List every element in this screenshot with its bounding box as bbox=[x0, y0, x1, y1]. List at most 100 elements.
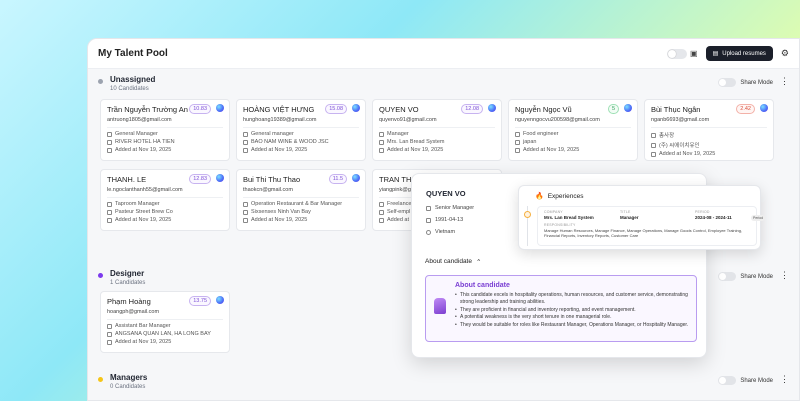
candidate-email: nganb6693@gmail.com bbox=[651, 117, 710, 123]
role-row: Manager bbox=[379, 131, 495, 137]
building-icon bbox=[379, 139, 384, 145]
briefcase-icon bbox=[107, 201, 112, 207]
share-mode-toggle[interactable]: Share Mode bbox=[718, 78, 773, 87]
candidate-role: Taproom Manager bbox=[115, 201, 160, 207]
share-switch[interactable] bbox=[718, 376, 737, 385]
period-badge: Period bbox=[751, 215, 766, 221]
candidate-card[interactable]: QUYEN VO 12.08 quyenvo91@gmail.com Manag… bbox=[372, 99, 502, 161]
candidate-company: Pasteur Street Brew Co bbox=[115, 209, 173, 215]
added-row: Added at Nov 19, 2025 bbox=[243, 147, 359, 153]
about-title: About candidate bbox=[455, 282, 510, 289]
about-point: A potential weakness is the very short t… bbox=[455, 314, 693, 321]
ai-avatar-icon bbox=[216, 174, 224, 182]
divider bbox=[379, 127, 495, 128]
role-row: Taproom Manager bbox=[107, 201, 223, 207]
score-badge: 15.08 bbox=[325, 104, 347, 114]
company-row: Sixsenses Ninh Van Bay bbox=[243, 209, 359, 215]
candidate-email: le.ngoclanthanh55@gmail.com bbox=[107, 187, 183, 193]
period-value: 2024-08 - 2024-11 bbox=[695, 215, 732, 220]
popover-location-row: Vietnam bbox=[426, 229, 455, 235]
candidate-card[interactable]: Trần Nguyễn Trường An 10.83 antruong1805… bbox=[100, 99, 230, 161]
score-badge: 12.83 bbox=[189, 174, 211, 184]
page-title: My Talent Pool bbox=[98, 48, 168, 59]
experience-card: 🔥 Experiences COMPANY Mrs. Lan Bread Sys… bbox=[518, 185, 766, 250]
role-row: General manager bbox=[243, 131, 359, 137]
candidate-role: General Manager bbox=[115, 131, 158, 137]
score-badge: 12.08 bbox=[461, 104, 483, 114]
calendar-icon bbox=[651, 151, 656, 157]
top-bar: My Talent Pool ▣ ▤ Upload resumes ⚙ bbox=[88, 39, 799, 69]
ai-avatar-icon bbox=[624, 104, 632, 112]
candidate-email: quyenvo91@gmail.com bbox=[379, 117, 437, 123]
company-value: Mrs. Lan Bread System bbox=[544, 215, 594, 220]
score-badge: 13.75 bbox=[189, 296, 211, 306]
candidate-role: Manager bbox=[387, 131, 409, 137]
candidate-card[interactable]: THANH. LE 12.83 le.ngoclanthanh55@gmail.… bbox=[100, 169, 230, 231]
role-row: Operation Restaurant & Bar Manager bbox=[243, 201, 359, 207]
candidate-card[interactable]: HOÀNG VIỆT HƯNG 15.08 hunghoang19389@gma… bbox=[236, 99, 366, 161]
divider bbox=[107, 127, 223, 128]
candidate-role: Operation Restaurant & Bar Manager bbox=[251, 201, 343, 207]
added-row: Added at Nov 19, 2025 bbox=[515, 147, 631, 153]
grid-view-icon[interactable]: ▣ bbox=[690, 49, 698, 58]
divider bbox=[515, 127, 631, 128]
candidate-added: Added at bbox=[387, 217, 410, 223]
building-icon bbox=[379, 209, 384, 215]
share-switch[interactable] bbox=[718, 78, 737, 87]
building-icon bbox=[243, 209, 248, 215]
score-badge: 11.5 bbox=[328, 174, 347, 184]
more-options-icon[interactable]: ⋮ bbox=[780, 270, 789, 281]
briefcase-icon bbox=[379, 131, 384, 137]
role-row: Assistant Bar Manager bbox=[107, 323, 223, 329]
filter-settings-icon[interactable]: ⚙ bbox=[781, 48, 789, 59]
experience-entry: COMPANY Mrs. Lan Bread System TITLE Mana… bbox=[537, 206, 766, 246]
timeline-dot bbox=[524, 211, 531, 218]
candidate-added: Added at Nov 19, 2025 bbox=[659, 151, 716, 157]
more-options-icon[interactable]: ⋮ bbox=[780, 76, 789, 87]
fire-icon: 🔥 bbox=[535, 193, 544, 200]
candidate-role: Food engineer bbox=[523, 131, 559, 137]
share-mode-toggle[interactable]: Share Mode bbox=[718, 376, 773, 385]
share-mode-label: Share Mode bbox=[740, 273, 773, 280]
company-row: BAO NAM WINE & WOOD JSC bbox=[243, 139, 359, 145]
calendar-icon bbox=[243, 147, 248, 153]
candidate-company: japan bbox=[523, 139, 537, 145]
candidate-added: Added at Nov 19, 2025 bbox=[523, 147, 580, 153]
ai-avatar-icon bbox=[216, 296, 224, 304]
candidate-company: RIVER HOTEL HÀ TIÊN bbox=[115, 139, 175, 145]
candidate-company: Self-empl bbox=[387, 209, 411, 215]
briefcase-icon bbox=[243, 131, 248, 137]
period-label: PERIOD bbox=[695, 210, 710, 214]
section-dot bbox=[98, 273, 103, 278]
candidate-card[interactable]: Bùi Thục Ngân 2.42 nganb6693@gmail.com 총… bbox=[644, 99, 774, 161]
about-point: They would be suitable for roles like Re… bbox=[455, 322, 693, 329]
divider bbox=[107, 319, 223, 320]
about-candidate-toggle[interactable]: About candidate ⌃ bbox=[425, 258, 481, 266]
briefcase-icon bbox=[651, 132, 656, 138]
company-row: ANGSANA QUAN LAN, HA LONG BAY bbox=[107, 331, 223, 337]
more-options-icon[interactable]: ⋮ bbox=[780, 374, 789, 385]
document-icon: ▤ bbox=[712, 51, 719, 57]
calendar-icon bbox=[107, 339, 112, 345]
added-row: Added at Nov 19, 2025 bbox=[107, 339, 223, 345]
view-toggle[interactable] bbox=[667, 48, 687, 59]
experience-header: 🔥 Experiences bbox=[535, 192, 584, 201]
candidate-card[interactable]: Phạm Hoàng 13.75 hoangph@gmail.com Assis… bbox=[100, 291, 230, 353]
upload-resumes-button[interactable]: ▤ Upload resumes bbox=[705, 46, 773, 61]
calendar-icon bbox=[426, 217, 431, 223]
popover-name: QUYEN VO bbox=[426, 189, 466, 198]
building-icon bbox=[107, 209, 112, 215]
added-row: Added at Nov 19, 2025 bbox=[107, 147, 223, 153]
candidate-card[interactable]: Nguyễn Ngọc Vũ 5 nguyenngocvu200598@gmai… bbox=[508, 99, 638, 161]
upload-resumes-label: Upload resumes bbox=[722, 50, 766, 57]
ai-avatar-icon bbox=[760, 104, 768, 112]
role-row: Food engineer bbox=[515, 131, 631, 137]
share-mode-toggle[interactable]: Share Mode bbox=[718, 272, 773, 281]
added-row: Added at Nov 19, 2025 bbox=[379, 147, 495, 153]
company-row: Mrs. Lan Bread System bbox=[379, 139, 495, 145]
calendar-icon bbox=[107, 147, 112, 153]
candidate-added: Added at Nov 19, 2025 bbox=[251, 217, 308, 223]
share-switch[interactable] bbox=[718, 272, 737, 281]
candidate-card[interactable]: Bui Thi Thu Thao 11.5 thaokcn@gmail.com … bbox=[236, 169, 366, 231]
section-count: 0 Candidates bbox=[110, 384, 146, 390]
